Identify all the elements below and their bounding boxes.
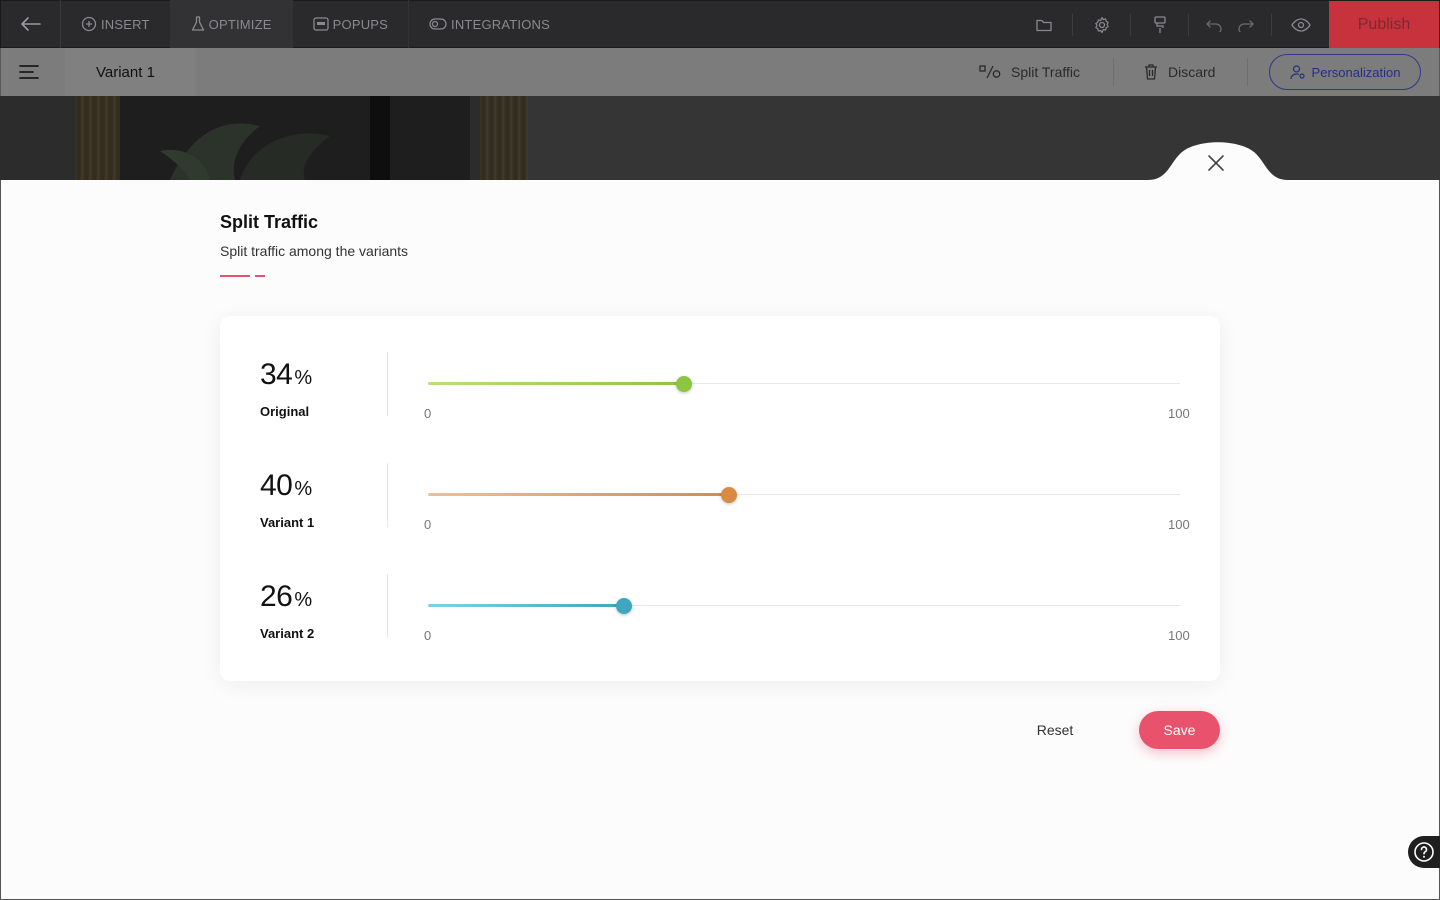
variant-tab-label: Variant 1 bbox=[96, 63, 155, 81]
slider-thumb[interactable] bbox=[675, 376, 692, 392]
slider-min-label: 0 bbox=[424, 517, 432, 532]
folder-icon bbox=[1035, 19, 1052, 32]
variant-percentage: 34% bbox=[260, 358, 312, 392]
user-gear-icon bbox=[1289, 65, 1305, 80]
variant-row: 40% Variant 1 0 100 bbox=[220, 463, 1220, 559]
question-circle-icon bbox=[1414, 842, 1434, 862]
subbar-divider bbox=[1247, 58, 1248, 86]
row-divider bbox=[387, 463, 388, 527]
slider-fill bbox=[428, 604, 624, 607]
traffic-slider[interactable] bbox=[428, 487, 1180, 503]
plus-circle-icon bbox=[81, 16, 97, 32]
popup-window-icon bbox=[312, 17, 329, 31]
history-controls bbox=[1189, 18, 1271, 32]
slider-fill bbox=[428, 382, 684, 385]
split-traffic-label: Split Traffic bbox=[1011, 64, 1080, 80]
nav-insert-label: INSERT bbox=[101, 16, 150, 32]
nav-insert[interactable]: INSERT bbox=[61, 0, 171, 48]
save-button[interactable]: Save bbox=[1139, 711, 1220, 749]
variant-row: 34% Original 0 100 bbox=[220, 352, 1220, 448]
close-icon[interactable] bbox=[1206, 153, 1226, 173]
split-traffic-button[interactable]: Split Traffic bbox=[979, 48, 1080, 96]
settings-button[interactable] bbox=[1073, 1, 1130, 49]
variant-tab[interactable]: Variant 1 bbox=[65, 48, 195, 96]
panel-subtitle: Split traffic among the variants bbox=[220, 243, 409, 259]
toolbar-tools bbox=[1015, 1, 1329, 49]
nav-optimize[interactable]: OPTIMIZE bbox=[170, 0, 293, 48]
arrow-left-icon bbox=[20, 17, 41, 31]
toggle-icon bbox=[429, 18, 447, 30]
discard-button[interactable]: Discard bbox=[1144, 48, 1215, 96]
help-button[interactable] bbox=[1408, 836, 1440, 868]
publish-button[interactable]: Publish bbox=[1329, 1, 1439, 49]
discard-label: Discard bbox=[1168, 64, 1216, 80]
percentage-value: 34 bbox=[260, 358, 293, 391]
percentage-value: 26 bbox=[260, 580, 293, 613]
variant-name: Variant 1 bbox=[260, 515, 315, 530]
slider-max-label: 100 bbox=[1168, 406, 1190, 421]
split-traffic-icon bbox=[979, 65, 1001, 79]
slider-min-label: 0 bbox=[424, 628, 432, 643]
variant-row: 26% Variant 2 0 100 bbox=[220, 574, 1220, 670]
reset-button[interactable]: Reset bbox=[1020, 711, 1090, 749]
title-accent-dash bbox=[255, 275, 265, 277]
percentage-value: 40 bbox=[260, 469, 293, 502]
undo-icon[interactable] bbox=[1205, 18, 1223, 32]
row-divider bbox=[387, 574, 388, 638]
nav-optimize-label: OPTIMIZE bbox=[208, 16, 272, 32]
flask-icon bbox=[191, 16, 204, 31]
paint-roller-icon bbox=[1153, 16, 1166, 33]
slider-thumb[interactable] bbox=[720, 487, 737, 503]
title-accent-line bbox=[220, 275, 250, 277]
preview-button[interactable] bbox=[1272, 1, 1329, 49]
variants-card: 34% Original 0 100 40% Variant 1 0 100 2… bbox=[220, 316, 1220, 681]
slider-thumb[interactable] bbox=[615, 598, 632, 614]
style-button[interactable] bbox=[1131, 1, 1188, 49]
top-toolbar: INSERT OPTIMIZE POPUPS INTEGRATIONS Publ… bbox=[0, 0, 1440, 49]
percentage-unit: % bbox=[294, 367, 312, 389]
slider-min-label: 0 bbox=[424, 406, 432, 421]
personalization-button[interactable]: Personalization bbox=[1269, 54, 1421, 90]
nav-integrations[interactable]: INTEGRATIONS bbox=[409, 0, 570, 48]
nav-integrations-label: INTEGRATIONS bbox=[451, 16, 550, 32]
panel-title: Split Traffic bbox=[220, 212, 319, 232]
trash-icon bbox=[1145, 64, 1157, 80]
traffic-slider[interactable] bbox=[428, 598, 1180, 614]
nav-popups[interactable]: POPUPS bbox=[293, 0, 410, 48]
preview-curtain bbox=[75, 96, 120, 180]
plant-silhouette-icon bbox=[160, 123, 330, 180]
subbar-divider bbox=[1113, 58, 1114, 86]
hamburger-icon[interactable] bbox=[19, 64, 39, 80]
variant-name: Variant 2 bbox=[260, 626, 315, 641]
preview-wall bbox=[528, 96, 1440, 180]
slider-fill bbox=[428, 493, 729, 496]
nav-popups-label: POPUPS bbox=[332, 16, 389, 32]
slider-max-label: 100 bbox=[1168, 628, 1190, 643]
row-divider bbox=[387, 352, 388, 416]
preview-frame bbox=[370, 96, 390, 180]
variant-percentage: 26% bbox=[260, 580, 312, 614]
back-button[interactable] bbox=[1, 0, 61, 48]
eye-icon bbox=[1290, 18, 1311, 32]
personalization-label: Personalization bbox=[1311, 64, 1401, 80]
preview-curtain bbox=[480, 96, 528, 180]
variant-name: Original bbox=[260, 404, 310, 419]
traffic-slider[interactable] bbox=[428, 376, 1180, 392]
slider-max-label: 100 bbox=[1168, 517, 1190, 532]
variant-percentage: 40% bbox=[260, 469, 312, 503]
gear-icon bbox=[1094, 16, 1109, 34]
percentage-unit: % bbox=[294, 589, 312, 611]
redo-icon[interactable] bbox=[1237, 18, 1255, 32]
percentage-unit: % bbox=[294, 478, 312, 500]
folder-button[interactable] bbox=[1015, 1, 1072, 49]
editor-subbar: Variant 1 Split Traffic Discard Personal… bbox=[0, 48, 1440, 96]
